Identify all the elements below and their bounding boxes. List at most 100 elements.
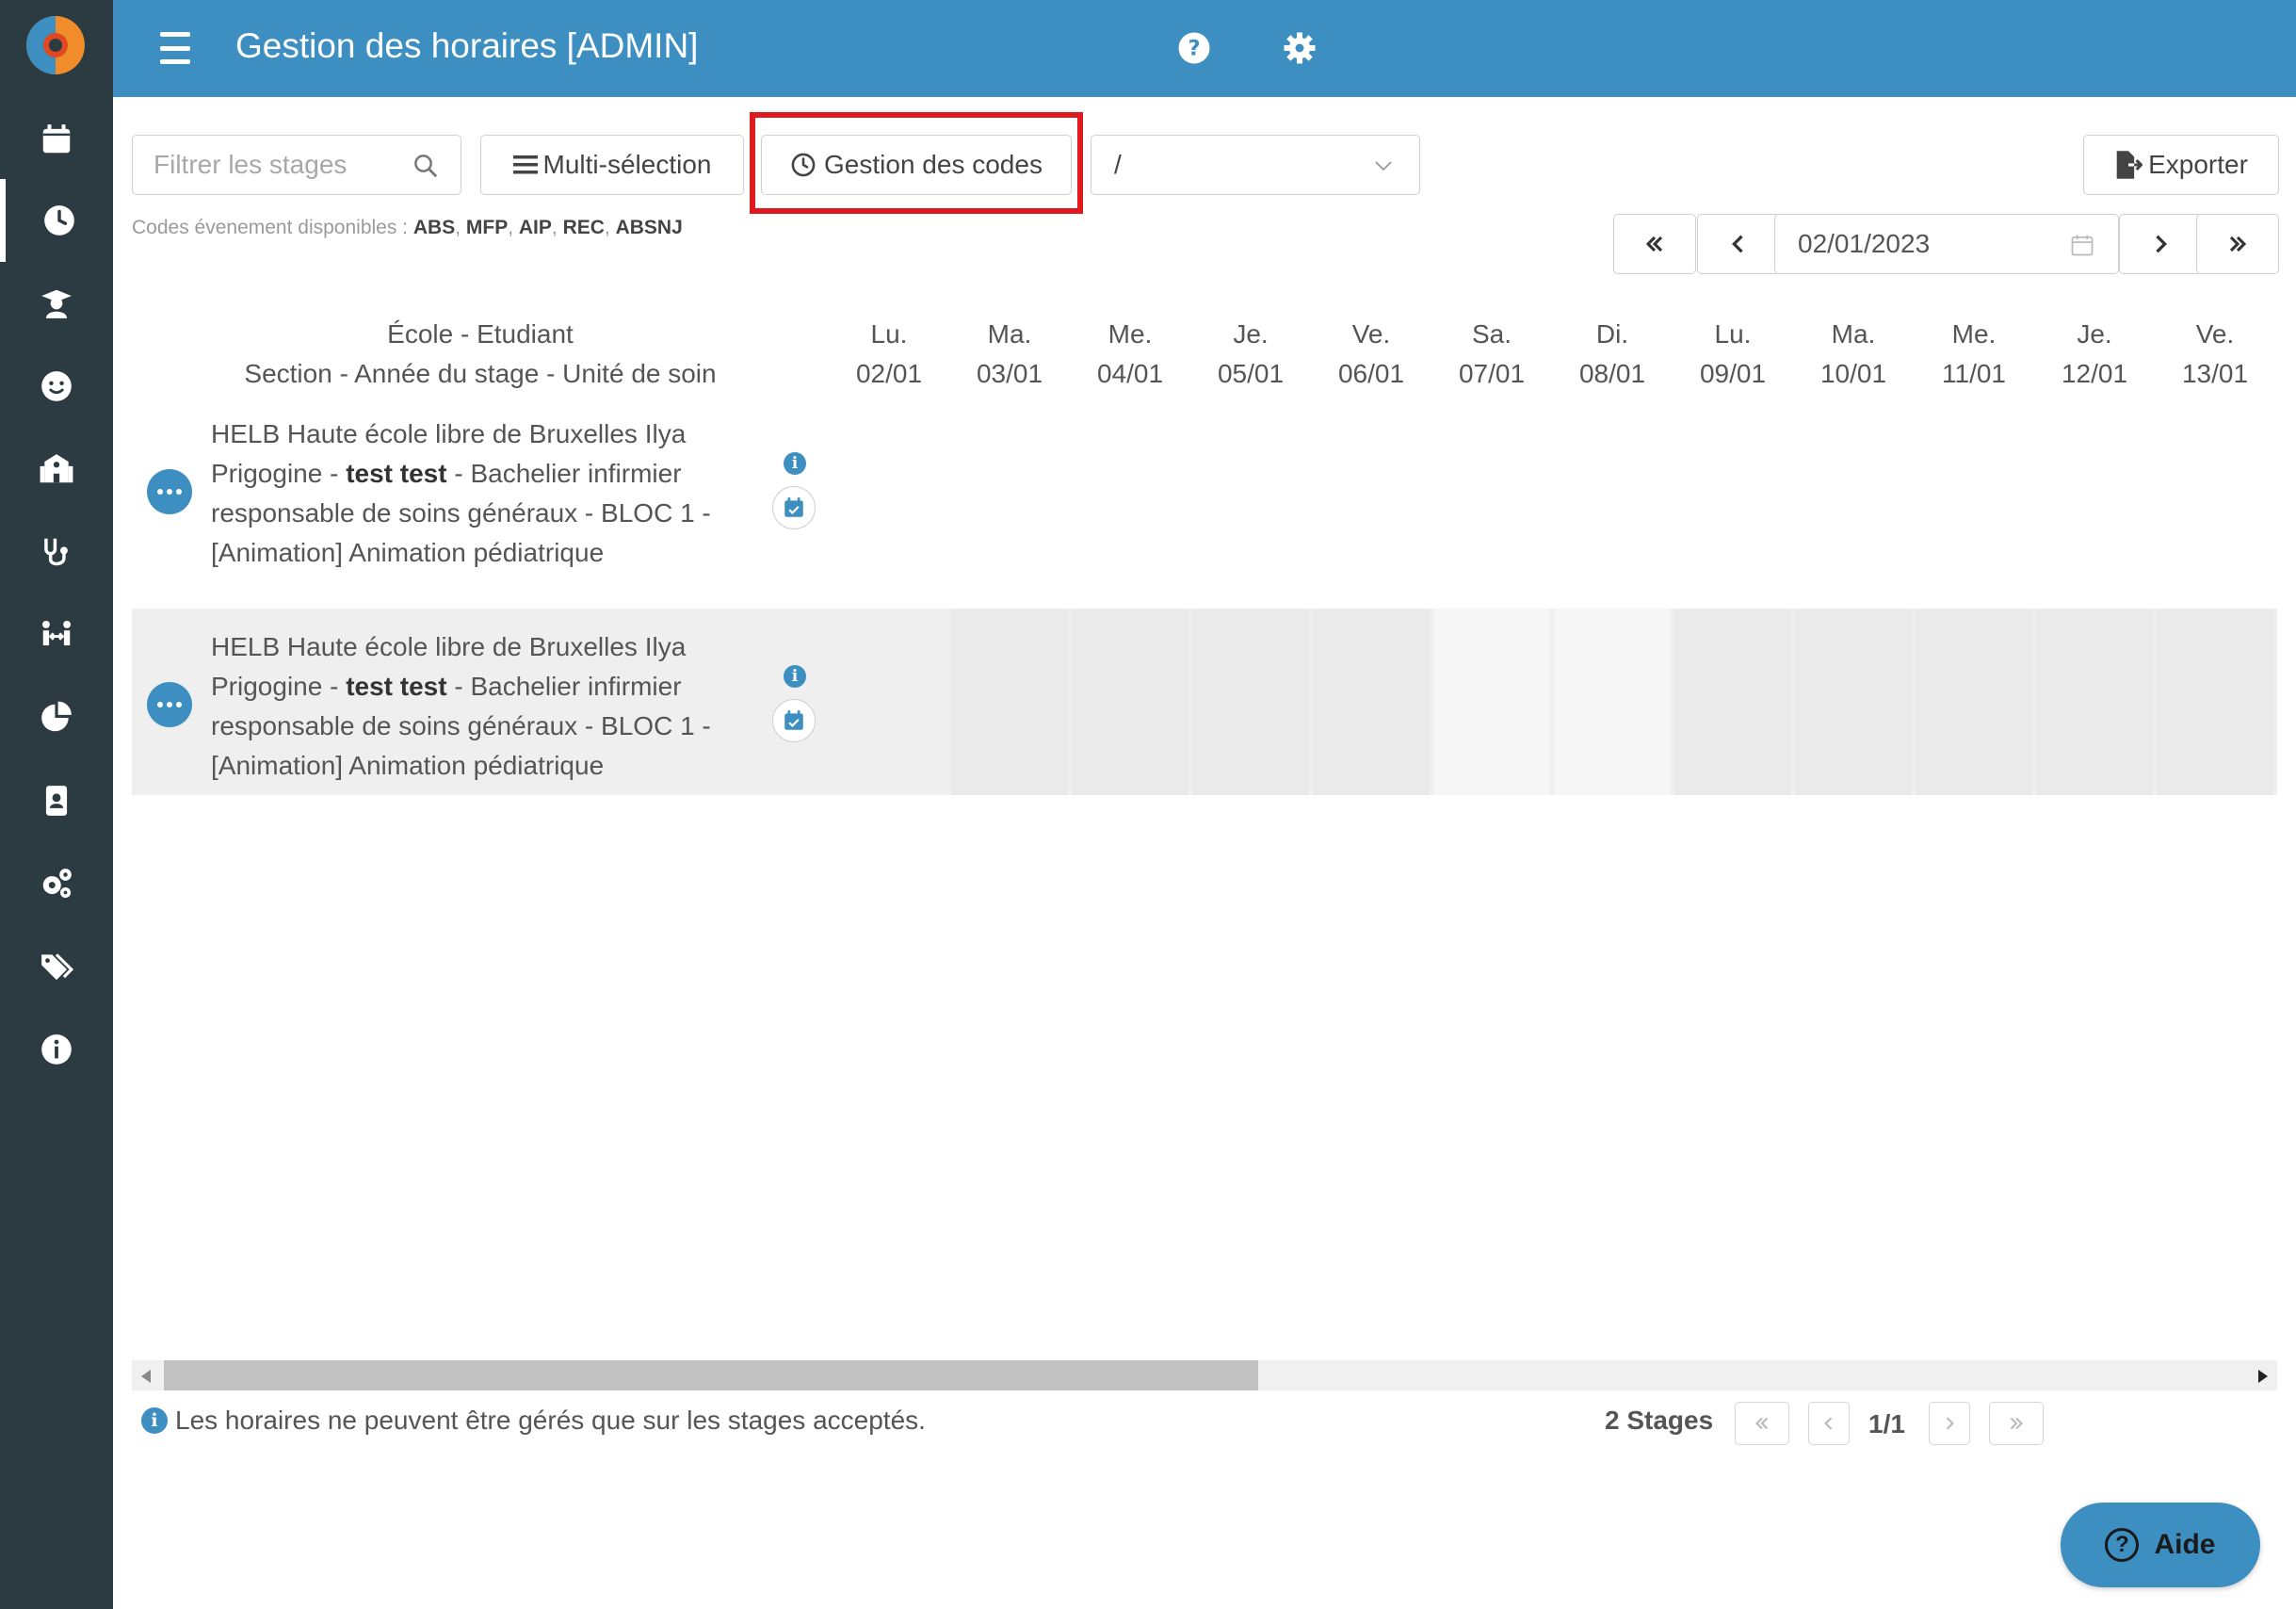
row-description: HELB Haute école libre de Bruxelles Ilya… bbox=[211, 632, 711, 780]
codes-prefix: Codes évenement disponibles : bbox=[132, 217, 409, 238]
day-column-header: Je. 05/01 bbox=[1204, 315, 1298, 394]
schedule-cell[interactable] bbox=[2036, 609, 2153, 795]
file-export-icon bbox=[2116, 151, 2143, 179]
sidebar-item-stats[interactable] bbox=[0, 676, 113, 759]
page-indicator: 1/1 bbox=[1868, 1409, 1905, 1438]
info-icon[interactable]: i bbox=[784, 452, 806, 475]
help-icon[interactable]: ? bbox=[1177, 31, 1211, 65]
code-mfp: MFP bbox=[465, 217, 509, 238]
sidebar bbox=[0, 0, 113, 1609]
sidebar-item-school[interactable] bbox=[0, 428, 113, 511]
day-date: 07/01 bbox=[1458, 359, 1526, 388]
last-week-button[interactable] bbox=[2196, 214, 2279, 274]
day-date: 03/01 bbox=[976, 359, 1043, 388]
export-button[interactable]: Exporter bbox=[2083, 135, 2279, 195]
sidebar-item-students[interactable] bbox=[0, 262, 113, 345]
code-aip: AIP bbox=[518, 217, 552, 238]
multi-selection-label: Multi-sélection bbox=[542, 150, 712, 179]
day-column-header: Lu. 02/01 bbox=[842, 315, 936, 394]
sidebar-item-info[interactable] bbox=[0, 1008, 113, 1091]
calendar-icon bbox=[2071, 235, 2094, 256]
highlight-box bbox=[750, 112, 1083, 214]
schedule-cell[interactable] bbox=[1554, 609, 1671, 795]
chevron-right-icon bbox=[1946, 1417, 1954, 1430]
users-icon bbox=[41, 620, 72, 646]
calendar-icon bbox=[42, 124, 71, 154]
multi-selection-button[interactable]: Multi-sélection bbox=[480, 135, 744, 195]
svg-text:?: ? bbox=[1188, 37, 1200, 61]
row-options-button[interactable] bbox=[147, 682, 192, 727]
row-description: HELB Haute école libre de Bruxelles Ilya… bbox=[211, 419, 711, 567]
sidebar-item-stethoscope[interactable] bbox=[0, 511, 113, 593]
sidebar-item-badge[interactable] bbox=[0, 759, 113, 842]
calendar-check-icon bbox=[784, 497, 803, 517]
top-header: Gestion des horaires [ADMIN] ? bbox=[113, 0, 2296, 97]
export-label: Exporter bbox=[2148, 150, 2248, 179]
footer-note-text: Les horaires ne peuvent être gérés que s… bbox=[175, 1406, 926, 1435]
filter-select[interactable]: / bbox=[1091, 135, 1420, 195]
schedule-cell[interactable] bbox=[2157, 609, 2273, 795]
first-week-button[interactable] bbox=[1613, 214, 1696, 274]
day-name: Sa. bbox=[1471, 319, 1512, 349]
calendar-check-button[interactable] bbox=[772, 486, 816, 529]
next-week-button[interactable] bbox=[2119, 214, 2202, 274]
stages-count: 2 Stages bbox=[1605, 1406, 1714, 1435]
scroll-left-icon[interactable] bbox=[141, 1370, 153, 1383]
day-column-header: Ve. 06/01 bbox=[1324, 315, 1418, 394]
menu-icon[interactable] bbox=[160, 32, 190, 64]
date-value: 02/01/2023 bbox=[1798, 229, 1931, 258]
first-page-button[interactable] bbox=[1735, 1402, 1789, 1445]
search-input[interactable]: Filtrer les stages bbox=[132, 135, 461, 195]
available-codes: Codes évenement disponibles : ABS, MFP, … bbox=[132, 217, 683, 238]
sidebar-item-horaires[interactable] bbox=[0, 179, 113, 262]
row-options-button[interactable] bbox=[147, 469, 192, 514]
sidebar-item-smile[interactable] bbox=[0, 345, 113, 428]
day-date: 08/01 bbox=[1578, 359, 1646, 388]
calendar-check-button[interactable] bbox=[772, 699, 816, 742]
school-icon bbox=[40, 454, 73, 483]
day-date: 12/01 bbox=[2061, 359, 2128, 388]
schedule-cell[interactable] bbox=[1072, 609, 1188, 795]
schedule-cell[interactable] bbox=[1192, 609, 1309, 795]
info-icon[interactable]: i bbox=[784, 665, 806, 688]
day-date: 06/01 bbox=[1337, 359, 1405, 388]
gear-icon[interactable] bbox=[1283, 31, 1317, 65]
schedule-cell[interactable] bbox=[1433, 609, 1550, 795]
schedule-cell[interactable] bbox=[1674, 609, 1791, 795]
day-date: 09/01 bbox=[1699, 359, 1767, 388]
day-date: 11/01 bbox=[1942, 359, 2006, 388]
day-column-header: Lu. 09/01 bbox=[1686, 315, 1780, 394]
row-student: test test bbox=[346, 672, 447, 701]
scrollbar-thumb[interactable] bbox=[164, 1360, 1258, 1390]
prev-page-button[interactable] bbox=[1808, 1402, 1850, 1445]
help-button[interactable]: ? Aide bbox=[2061, 1503, 2260, 1587]
date-picker-input[interactable]: 02/01/2023 bbox=[1774, 214, 2119, 274]
schedule-cell[interactable] bbox=[951, 609, 1068, 795]
search-icon bbox=[414, 154, 438, 178]
list-icon bbox=[512, 155, 538, 174]
stethoscope-icon bbox=[44, 538, 68, 566]
calendar-check-icon bbox=[784, 710, 803, 730]
day-date: 02/01 bbox=[855, 359, 923, 388]
day-name: Ve. bbox=[2195, 319, 2235, 349]
code-abs: ABS bbox=[412, 217, 456, 238]
footer-note: i Les horaires ne peuvent être gérés que… bbox=[141, 1406, 926, 1436]
day-name: Me. bbox=[1951, 319, 1997, 349]
app-logo[interactable] bbox=[0, 0, 113, 97]
prev-week-button[interactable] bbox=[1697, 214, 1780, 274]
schedule-cell[interactable] bbox=[1916, 609, 2032, 795]
schedule-cell[interactable] bbox=[1795, 609, 1912, 795]
next-page-button[interactable] bbox=[1929, 1402, 1970, 1445]
sidebar-item-users[interactable] bbox=[0, 593, 113, 676]
scroll-right-icon[interactable] bbox=[2256, 1370, 2268, 1383]
table-row-header: École - Etudiant Section - Année du stag… bbox=[188, 315, 772, 394]
sidebar-item-settings[interactable] bbox=[0, 842, 113, 925]
last-page-button[interactable] bbox=[1989, 1402, 2044, 1445]
day-column-header: Sa. 07/01 bbox=[1445, 315, 1539, 394]
schedule-cell[interactable] bbox=[1313, 609, 1430, 795]
sidebar-item-calendar[interactable] bbox=[0, 98, 113, 181]
clock-icon bbox=[44, 205, 74, 236]
chevron-right-icon bbox=[2156, 235, 2167, 253]
sidebar-item-tags[interactable] bbox=[0, 925, 113, 1008]
horizontal-scrollbar[interactable] bbox=[132, 1360, 2277, 1390]
